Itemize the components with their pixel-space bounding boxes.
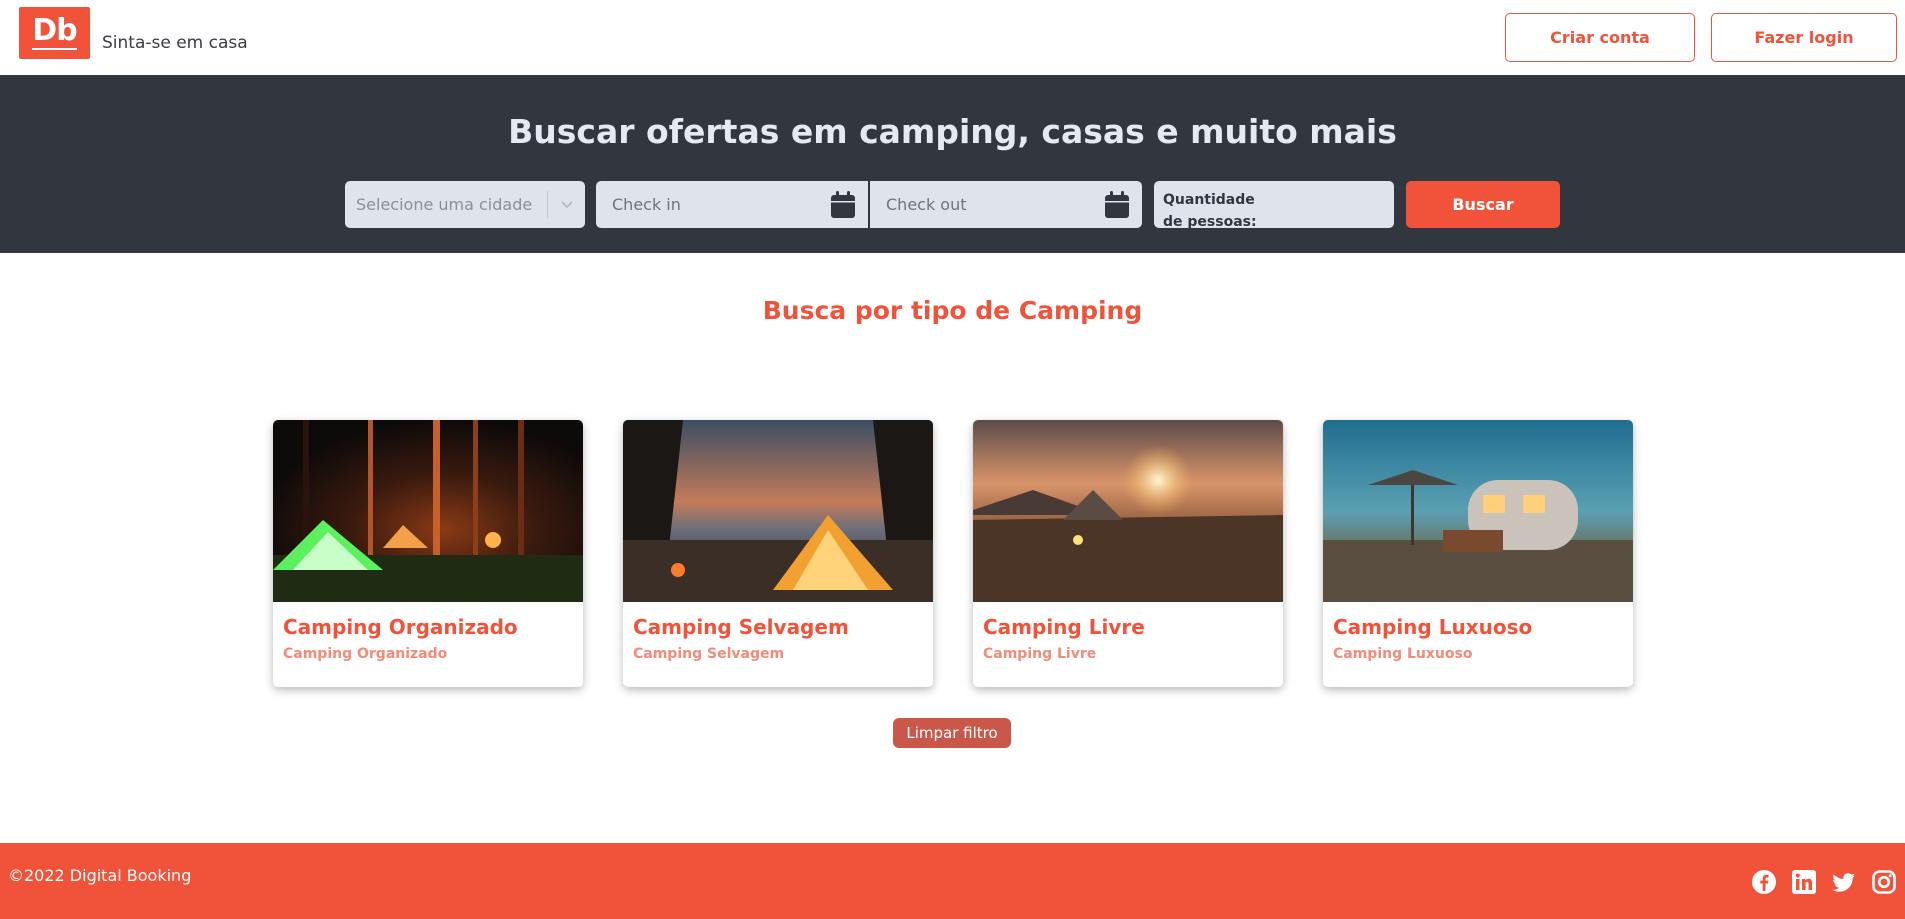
login-button[interactable]: Fazer login: [1711, 13, 1897, 62]
guests-label-line1: Quantidade: [1163, 192, 1255, 208]
card-title: Camping Organizado: [283, 615, 518, 639]
guests-label: Quantidade de pessoas:: [1163, 189, 1257, 233]
camping-livre-image: [973, 420, 1283, 602]
camping-luxuoso-image: [1323, 420, 1633, 602]
create-account-button[interactable]: Criar conta: [1505, 13, 1695, 62]
footer: ©2022 Digital Booking: [0, 843, 1905, 919]
card-subtitle: Camping Luxuoso: [1333, 646, 1473, 662]
select-separator: [547, 191, 548, 218]
city-select[interactable]: Selecione uma cidade: [345, 181, 585, 228]
clear-filter-button[interactable]: Limpar filtro: [893, 718, 1011, 748]
card-title: Camping Livre: [983, 615, 1145, 639]
card-title: Camping Selvagem: [633, 615, 849, 639]
category-card-luxuoso[interactable]: Camping Luxuoso Camping Luxuoso: [1323, 420, 1633, 687]
card-subtitle: Camping Selvagem: [633, 646, 785, 662]
guests-field[interactable]: Quantidade de pessoas:: [1154, 181, 1394, 230]
calendar-icon[interactable]: [830, 191, 856, 219]
tagline: Sinta-se em casa: [102, 33, 248, 53]
logo-text: Db: [32, 12, 77, 48]
checkin-placeholder: Check in: [612, 195, 681, 214]
calendar-icon[interactable]: [1104, 191, 1130, 219]
camping-selvagem-image: [623, 420, 933, 602]
search-button[interactable]: Buscar: [1406, 181, 1560, 228]
category-card-livre[interactable]: Camping Livre Camping Livre: [973, 420, 1283, 687]
category-card-selvagem[interactable]: Camping Selvagem Camping Selvagem: [623, 420, 933, 687]
search-title: Buscar ofertas em camping, casas e muito…: [508, 112, 1397, 151]
logo[interactable]: Db: [19, 7, 90, 59]
card-title: Camping Luxuoso: [1333, 615, 1533, 639]
instagram-icon[interactable]: [1871, 869, 1897, 895]
facebook-icon[interactable]: [1751, 869, 1777, 895]
category-card-organizado[interactable]: Camping Organizado Camping Organizado: [273, 420, 583, 687]
logo-underline: [32, 48, 77, 50]
category-section-title: Busca por tipo de Camping: [762, 296, 1143, 325]
search-banner: Buscar ofertas em camping, casas e muito…: [0, 75, 1905, 253]
checkout-field[interactable]: Check out: [870, 181, 1142, 228]
copyright: ©2022 Digital Booking: [8, 866, 192, 885]
card-subtitle: Camping Livre: [983, 646, 1097, 662]
guests-label-line2: de pessoas:: [1163, 214, 1257, 230]
camping-organizado-image: [273, 420, 583, 602]
checkin-field[interactable]: Check in: [596, 181, 868, 228]
card-subtitle: Camping Organizado: [283, 646, 448, 662]
chevron-down-icon[interactable]: [558, 195, 576, 213]
twitter-icon[interactable]: [1831, 869, 1857, 895]
linkedin-icon[interactable]: [1791, 869, 1817, 895]
city-placeholder: Selecione uma cidade: [356, 195, 533, 214]
checkout-placeholder: Check out: [886, 195, 967, 214]
header: Db Sinta-se em casa Criar conta Fazer lo…: [0, 0, 1905, 75]
